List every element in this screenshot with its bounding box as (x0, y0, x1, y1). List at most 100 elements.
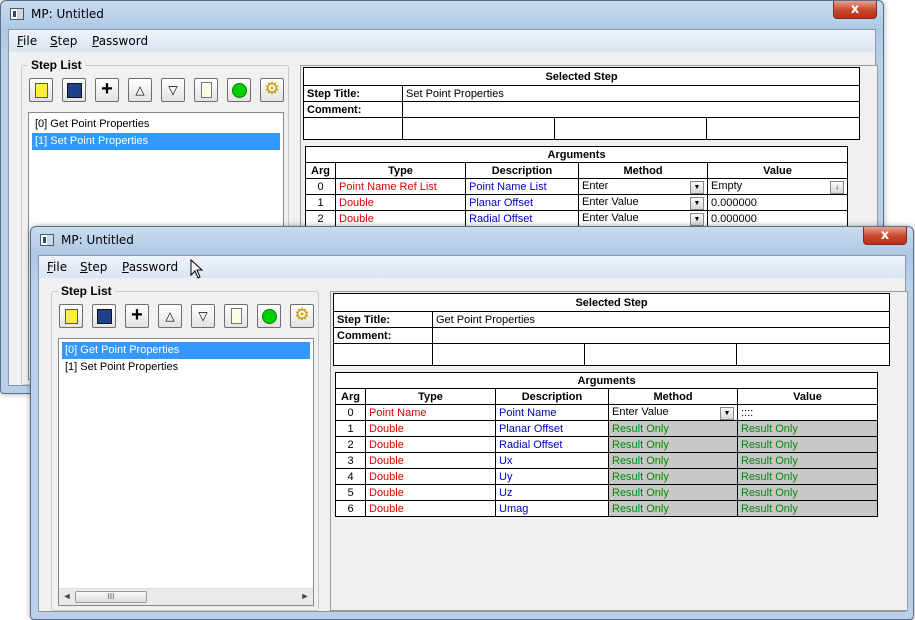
notes-icon (35, 83, 48, 98)
column-header-method: Method (608, 388, 738, 405)
window-title: MP: Untitled (31, 7, 104, 21)
scroll-left-icon[interactable]: ◄ (61, 591, 73, 601)
notes-button[interactable] (29, 78, 53, 102)
step-list-label: Step List (28, 58, 85, 72)
move-up-icon: △ (165, 309, 175, 323)
scroll-thumb[interactable]: III (75, 591, 147, 603)
add-step-button[interactable]: + (125, 304, 149, 328)
table-row: 0 Point Name Point Name ▼ Enter Value :::… (335, 404, 879, 421)
arrow-down-icon[interactable]: ↓ (830, 180, 845, 194)
comment-field[interactable] (431, 327, 891, 344)
step-list-label: Step List (58, 284, 115, 298)
run-button[interactable] (227, 78, 251, 102)
list-item[interactable]: [1] Set Point Properties (62, 359, 310, 376)
document-button[interactable] (194, 78, 218, 102)
table-row: 3 Double Ux Result Only Result Only (335, 452, 879, 469)
menu-step[interactable]: Step (50, 34, 77, 48)
column-header-arg: Arg (335, 388, 366, 405)
document-icon (231, 308, 242, 324)
run-icon (232, 83, 247, 98)
arguments-table: Arguments Arg Type Description Method Va… (334, 372, 879, 517)
list-item-selected[interactable]: [0] Get Point Properties (62, 342, 310, 359)
move-up-button[interactable]: △ (128, 78, 152, 102)
mouse-cursor-icon (190, 259, 204, 279)
step-list[interactable]: [0] Get Point Properties [1] Set Point P… (58, 338, 314, 606)
step-title-field[interactable]: Get Point Properties (431, 311, 891, 328)
settings-icon: ⚙ (264, 79, 280, 98)
value-field[interactable]: :::: (736, 404, 879, 421)
table-row: 5 Double Uz Result Only Result Only (335, 484, 879, 501)
chevron-down-icon[interactable]: ▼ (690, 180, 704, 194)
column-header-arg: Arg (305, 162, 336, 179)
method-dropdown[interactable]: ▼ Enter (578, 178, 708, 195)
value-field[interactable]: 0.000000 (706, 194, 849, 211)
settings-icon: ⚙ (294, 305, 310, 324)
method-dropdown[interactable]: ▼ Enter Value (608, 404, 738, 421)
step-title-label: Step Title: (333, 311, 433, 328)
move-up-button[interactable]: △ (158, 304, 182, 328)
menu-password[interactable]: Password (92, 34, 148, 48)
menu-bar: File Step Password (39, 256, 905, 279)
column-header-value: Value (706, 162, 849, 179)
list-item[interactable]: [0] Get Point Properties (32, 116, 280, 133)
step-title-field[interactable]: Set Point Properties (401, 85, 861, 102)
notes-icon (65, 309, 78, 324)
notes-button[interactable] (59, 304, 83, 328)
comment-label: Comment: (303, 101, 403, 118)
method-dropdown[interactable]: ▼ Enter Value (578, 194, 708, 211)
menu-password[interactable]: Password (122, 260, 178, 274)
settings-button[interactable]: ⚙ (290, 304, 314, 328)
close-button[interactable]: x (863, 227, 907, 245)
back-title-bar[interactable]: MP: Untitled x (1, 1, 883, 27)
scroll-right-icon[interactable]: ► (299, 591, 311, 601)
run-button[interactable] (257, 304, 281, 328)
add-step-button[interactable]: + (95, 78, 119, 102)
back-toolbar: + △ ▽ ⚙ (29, 78, 289, 104)
column-header-description: Description (465, 162, 579, 179)
selected-step-panel: Selected Step Step Title: Get Point Prope… (330, 291, 908, 611)
list-item-selected[interactable]: [1] Set Point Properties (32, 133, 280, 150)
settings-button[interactable]: ⚙ (260, 78, 284, 102)
front-client-area: File Step Password Step List [0] Get Poi… (38, 255, 908, 612)
menu-file[interactable]: File (47, 260, 67, 274)
front-toolbar: + △ ▽ ⚙ (59, 304, 319, 330)
add-icon: + (131, 304, 143, 326)
move-down-button[interactable]: ▽ (191, 304, 215, 328)
save-button[interactable] (92, 304, 116, 328)
horizontal-scrollbar[interactable]: ◄ III ► (59, 588, 313, 605)
window-title: MP: Untitled (61, 233, 134, 247)
table-row: 6 Double Umag Result Only Result Only (335, 500, 879, 517)
value-field[interactable]: 0.000000 (706, 210, 849, 227)
menu-file[interactable]: File (17, 34, 37, 48)
method-dropdown[interactable]: ▼ Enter Value (578, 210, 708, 227)
menu-step[interactable]: Step (80, 260, 107, 274)
chevron-down-icon[interactable]: ▼ (720, 406, 734, 420)
chevron-down-icon[interactable]: ▼ (690, 212, 704, 226)
selected-step-table: Selected Step Step Title: Set Point Prope… (302, 67, 861, 140)
app-icon (40, 234, 54, 246)
table-row: 1 Double Planar Offset Result Only Resul… (335, 420, 879, 437)
step-title-label: Step Title: (303, 85, 403, 102)
table-row: 1 Double Planar Offset ▼ Enter Value 0.00… (305, 194, 849, 211)
chevron-down-icon[interactable]: ▼ (690, 196, 704, 210)
front-title-bar[interactable]: MP: Untitled x (31, 227, 913, 253)
table-row: 2 Double Radial Offset ▼ Enter Value 0.00… (305, 210, 849, 227)
save-icon (97, 309, 112, 324)
comment-field[interactable] (401, 101, 861, 118)
column-header-method: Method (578, 162, 708, 179)
column-header-description: Description (495, 388, 609, 405)
save-button[interactable] (62, 78, 86, 102)
move-down-button[interactable]: ▽ (161, 78, 185, 102)
table-row: 0 Point Name Ref List Point Name List ▼ E… (305, 178, 849, 195)
selected-step-header: Selected Step (332, 293, 891, 312)
close-button[interactable]: x (833, 1, 877, 19)
document-button[interactable] (224, 304, 248, 328)
document-icon (201, 82, 212, 98)
move-up-icon: △ (135, 83, 145, 97)
value-dropdown[interactable]: ↓ Empty (706, 178, 849, 195)
app-icon (10, 8, 24, 20)
column-header-type: Type (365, 388, 496, 405)
column-header-type: Type (335, 162, 466, 179)
selected-step-header: Selected Step (302, 67, 861, 86)
run-icon (262, 309, 277, 324)
